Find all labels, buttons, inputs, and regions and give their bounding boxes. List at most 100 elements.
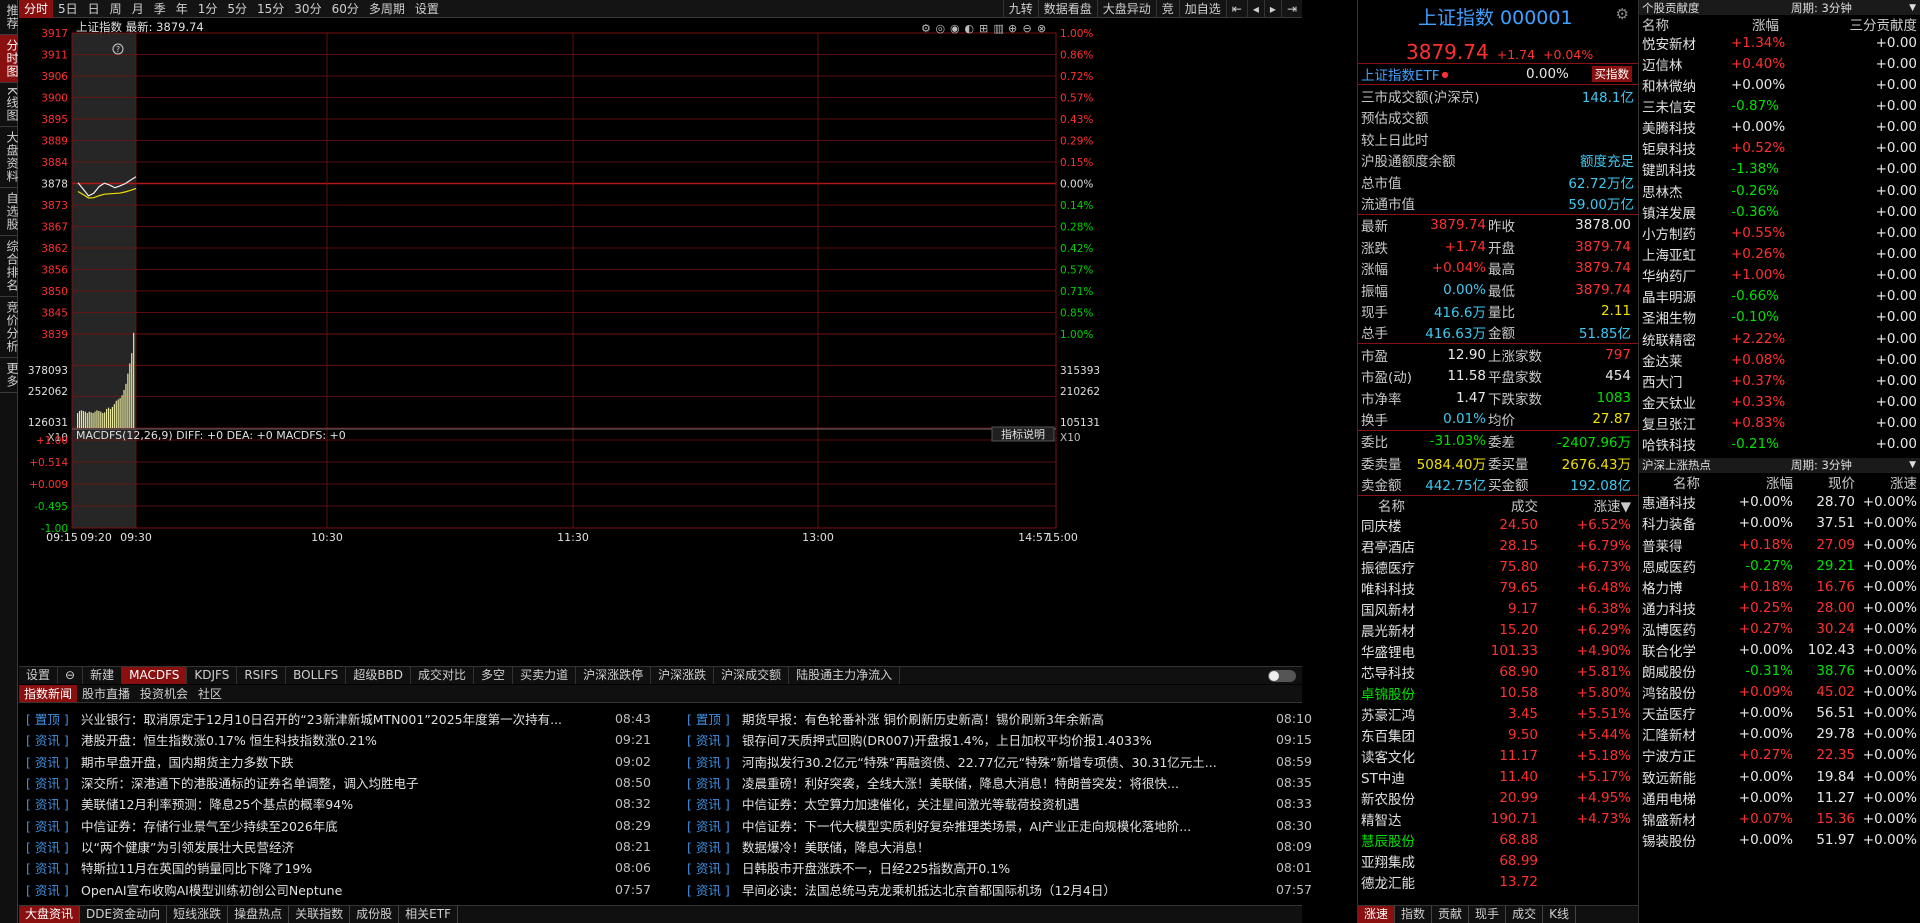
news-item[interactable]: [ 资讯 ] 日韩股市开盘涨跌不一，日经225指数高开0.1% 08:01	[680, 857, 1320, 878]
hot-col-price[interactable]: 现价	[1793, 472, 1855, 492]
news-item[interactable]: [ 资讯 ] OpenAI宣布收购AI模型训练初创公司Neptune 07:57	[19, 878, 659, 899]
news-item[interactable]: [ 资讯 ] 特斯拉11月在英国的销量同比下降了19% 08:06	[19, 857, 659, 878]
toolbar-item[interactable]: 分时	[19, 0, 54, 18]
toolbar-item[interactable]: 季	[149, 0, 171, 18]
contrib-row[interactable]: 金达莱 +0.08% +0.00	[1639, 349, 1920, 370]
news-title[interactable]: 河南拟发行30.2亿元“特殊”再融资债、22.77亿元“特殊”新增专项债、30.…	[742, 752, 1266, 771]
news-title[interactable]: 深交所：深港通下的港股通标的证券名单调整，调入均胜电子	[81, 773, 605, 792]
contrib-name[interactable]: 圣湘生物	[1639, 307, 1731, 327]
toolbar-item[interactable]: 设置	[410, 0, 444, 18]
toolbar-item[interactable]: 日	[83, 0, 105, 18]
buy-index-button[interactable]: 买指数	[1591, 66, 1632, 83]
stock-name[interactable]: 唯科科技	[1358, 578, 1443, 598]
news-title[interactable]: 中信证券：太空算力加速催化，关注星间激光等载荷投资机遇	[742, 794, 1266, 813]
stock-name[interactable]: 振德医疗	[1358, 557, 1443, 577]
contrib-name[interactable]: 思林杰	[1639, 181, 1731, 201]
news-title[interactable]: 中信证券：下一代大模型实质利好复杂推理类场景，AI产业正走向规模化落地阶...	[742, 816, 1266, 835]
hot-name[interactable]: 鸿铭股份	[1639, 682, 1731, 702]
stock-name[interactable]: 君亭酒店	[1358, 536, 1443, 556]
contrib-row[interactable]: 华纳药厂 +1.00% +0.00	[1639, 265, 1920, 286]
contrib-row[interactable]: 和林微纳 +0.00% +0.00	[1639, 74, 1920, 95]
hot-row[interactable]: 朗威股份 -0.31% 38.76 +0.00%	[1639, 661, 1920, 682]
toolbar-item[interactable]: 月	[127, 0, 149, 18]
indicator-tab[interactable]: RSIFS	[237, 667, 287, 684]
hot-name[interactable]: 联合化学	[1639, 640, 1731, 660]
left-tab[interactable]: K线图	[0, 83, 19, 127]
news-title[interactable]: 期市早盘开盘，国内期货主力多数下跌	[81, 752, 605, 771]
stock-row[interactable]: 精智达 190.71 +4.73%	[1358, 809, 1638, 830]
contrib-col-score[interactable]: 三分贡献度	[1779, 14, 1919, 34]
news-tab[interactable]: 指数新闻	[19, 685, 78, 702]
indicator-tab[interactable]: 陆股通主力净流入	[789, 667, 901, 684]
contrib-name[interactable]: 华纳药厂	[1639, 265, 1731, 285]
hot-name[interactable]: 通用电梯	[1639, 788, 1731, 808]
news-item[interactable]: [ 资讯 ] 早间必读：法国总统马克龙乘机抵达北京首都国际机场（12月4日） 07:…	[680, 878, 1320, 899]
news-item[interactable]: [ 资讯 ] 中信证券：存储行业景气至少持续至2026年底 08:29	[19, 814, 659, 835]
chart-tool-icon[interactable]: ⊖	[1023, 22, 1032, 35]
news-title[interactable]: 兴业银行：取消原定于12月10日召开的“23新津新城MTN001”2025年度第…	[81, 709, 605, 728]
chart-tool-icon[interactable]: ⊗	[1037, 22, 1046, 35]
hot-name[interactable]: 汇隆新材	[1639, 724, 1731, 744]
stock-name[interactable]: 国风新材	[1358, 599, 1443, 619]
left-tab[interactable]: 分时图	[0, 35, 19, 83]
stock-row[interactable]: 晨光新材 15.20 +6.29%	[1358, 620, 1638, 641]
left-tab[interactable]: 竞价分析	[0, 297, 19, 358]
contrib-name[interactable]: 键凯科技	[1639, 159, 1731, 179]
contrib-name[interactable]: 小方制药	[1639, 223, 1731, 243]
stock-row[interactable]: 振德医疗 75.80 +6.73%	[1358, 557, 1638, 578]
news-title[interactable]: 凌晨重磅！利好突袭，全线大涨！美联储，降息大消息！特朗普突发：将很快...	[742, 773, 1266, 792]
stock-name[interactable]: 亚翔集成	[1358, 851, 1443, 871]
indicator-tab[interactable]: 买卖力道	[513, 667, 577, 684]
hot-row[interactable]: 普莱得 +0.18% 27.09 +0.00%	[1639, 534, 1920, 555]
chart-tool-icon[interactable]: ◎	[936, 22, 946, 35]
indicator-tab[interactable]: 沪深涨跌	[651, 667, 715, 684]
contrib-row[interactable]: 金天钛业 +0.33% +0.00	[1639, 391, 1920, 412]
news-title[interactable]: OpenAI宣布收购AI模型训练初创公司Neptune	[81, 880, 605, 899]
news-item[interactable]: [ 资讯 ] 数据爆冷！美联储，降息大消息！ 08:09	[680, 836, 1320, 857]
toolbar-item[interactable]: 30分	[289, 0, 326, 18]
hot-row[interactable]: 宁波方正 +0.27% 22.35 +0.00%	[1639, 745, 1920, 766]
hot-row[interactable]: 锡装股份 +0.00% 51.97 +0.00%	[1639, 829, 1920, 850]
dropdown-icon[interactable]: ▼	[1909, 3, 1916, 13]
hot-row[interactable]: 格力博 +0.18% 16.76 +0.00%	[1639, 576, 1920, 597]
hot-name[interactable]: 锦盛新材	[1639, 809, 1731, 829]
toolbar-right-item[interactable]: 加自选	[1178, 0, 1226, 18]
col-name[interactable]: 名称	[1358, 495, 1443, 515]
contrib-row[interactable]: 镇洋发展 -0.36% +0.00	[1639, 201, 1920, 222]
stock-row[interactable]: 亚翔集成 68.99	[1358, 851, 1638, 872]
toolbar-item[interactable]: 5日	[53, 0, 83, 18]
hot-row[interactable]: 恩威医药 -0.27% 29.21 +0.00%	[1639, 555, 1920, 576]
hot-name[interactable]: 格力博	[1639, 577, 1731, 597]
toolbar-item[interactable]: 60分	[327, 0, 364, 18]
news-title[interactable]: 港股开盘：恒生指数涨0.17% 恒生科技指数涨0.21%	[81, 730, 605, 749]
hot-name[interactable]: 通力科技	[1639, 598, 1731, 618]
contrib-row[interactable]: 小方制药 +0.55% +0.00	[1639, 222, 1920, 243]
contrib-row[interactable]: 哈铁科技 -0.21% +0.00	[1639, 434, 1920, 455]
news-title[interactable]: 数据爆冷！美联储，降息大消息！	[742, 837, 1266, 856]
hot-period-select[interactable]: 周期: 3分钟	[1791, 457, 1852, 473]
news-title[interactable]: 早间必读：法国总统马克龙乘机抵达北京首都国际机场（12月4日）	[742, 880, 1266, 899]
hot-name[interactable]: 宁波方正	[1639, 745, 1731, 765]
toolbar-item[interactable]: 1分	[193, 0, 223, 18]
stock-row[interactable]: 慧辰股份 68.88	[1358, 830, 1638, 851]
col-speed[interactable]: 涨速▼	[1538, 495, 1631, 515]
contrib-name[interactable]: 美腾科技	[1639, 117, 1731, 137]
stock-name[interactable]: 东百集团	[1358, 725, 1443, 745]
left-tab[interactable]: 推荐	[0, 0, 19, 35]
contrib-name[interactable]: 镇洋发展	[1639, 202, 1731, 222]
hot-col-speed[interactable]: 涨速	[1855, 472, 1917, 492]
hot-name[interactable]: 普莱得	[1639, 535, 1731, 555]
stock-row[interactable]: ST中迪 11.40 +5.17%	[1358, 767, 1638, 788]
stock-row[interactable]: 新农股份 20.99 +4.95%	[1358, 788, 1638, 809]
contrib-name[interactable]: 钜泉科技	[1639, 138, 1731, 158]
stock-name[interactable]: 苏豪汇鸿	[1358, 704, 1443, 724]
toolbar-item[interactable]: 15分	[252, 0, 289, 18]
hot-name[interactable]: 恩威医药	[1639, 556, 1731, 576]
indicator-tab[interactable]: 沪深成交额	[714, 667, 790, 684]
stock-row[interactable]: 同庆楼 24.50 +6.52%	[1358, 515, 1638, 536]
hot-col-name[interactable]: 名称	[1639, 472, 1731, 492]
hot-row[interactable]: 科力装备 +0.00% 37.51 +0.00%	[1639, 513, 1920, 534]
news-title[interactable]: 中信证券：存储行业景气至少持续至2026年底	[81, 816, 605, 835]
indicator-tab[interactable]: KDJFS	[187, 667, 238, 684]
contrib-col-name[interactable]: 名称	[1639, 14, 1731, 34]
